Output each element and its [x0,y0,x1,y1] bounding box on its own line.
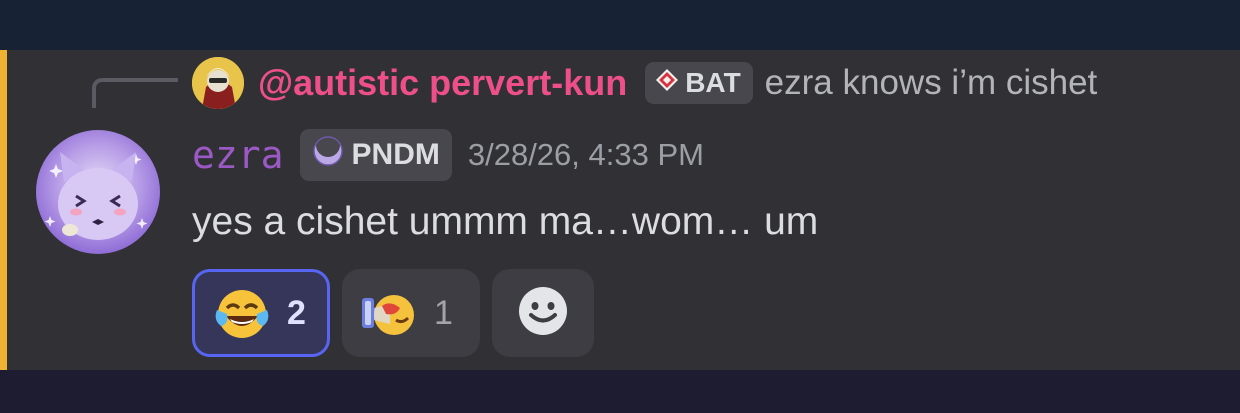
message-content: yes a cishet ummm ma…wom… um [192,200,819,243]
add-reaction-button[interactable] [492,269,594,357]
reply-connector-line [92,78,178,108]
author-tag[interactable]: PNDM [299,129,452,181]
reaction-count: 1 [434,293,453,332]
mention-highlight-bar [0,50,7,370]
face-with-tears-of-joy-icon [213,284,271,342]
reply-text[interactable]: ezra knows i’m cishet [765,63,1098,103]
reaction-custom-emoji[interactable]: 1 [342,269,480,357]
diamond-gem-icon [655,67,679,99]
reply-tag-label: BAT [685,67,741,98]
message-header: ezra PNDM 3/28/26, 4:33 PM [192,129,704,181]
smiley-add-reaction-icon [516,284,570,343]
chat-message[interactable]: @autistic pervert-kun BAT ezra knows i’m… [0,50,1240,370]
reaction-laughing[interactable]: 2 [192,269,330,357]
top-background [0,0,1240,50]
author-name[interactable]: ezra [192,133,284,177]
message-timestamp[interactable]: 3/28/26, 4:33 PM [468,137,704,173]
author-avatar[interactable] [36,130,160,254]
bottom-background [0,370,1240,413]
reply-author-name[interactable]: @autistic pervert-kun [258,62,627,104]
reply-author-tag[interactable]: BAT [645,62,753,104]
reply-preview[interactable]: @autistic pervert-kun BAT ezra knows i’m… [192,57,1098,109]
reactions-bar: 2 1 [192,269,594,357]
author-tag-label: PNDM [351,138,440,171]
crescent-moon-icon [310,133,346,177]
reaction-count: 2 [287,293,306,332]
spraying-face-custom-emoji-icon [360,284,418,342]
reply-author-avatar[interactable] [192,57,244,109]
